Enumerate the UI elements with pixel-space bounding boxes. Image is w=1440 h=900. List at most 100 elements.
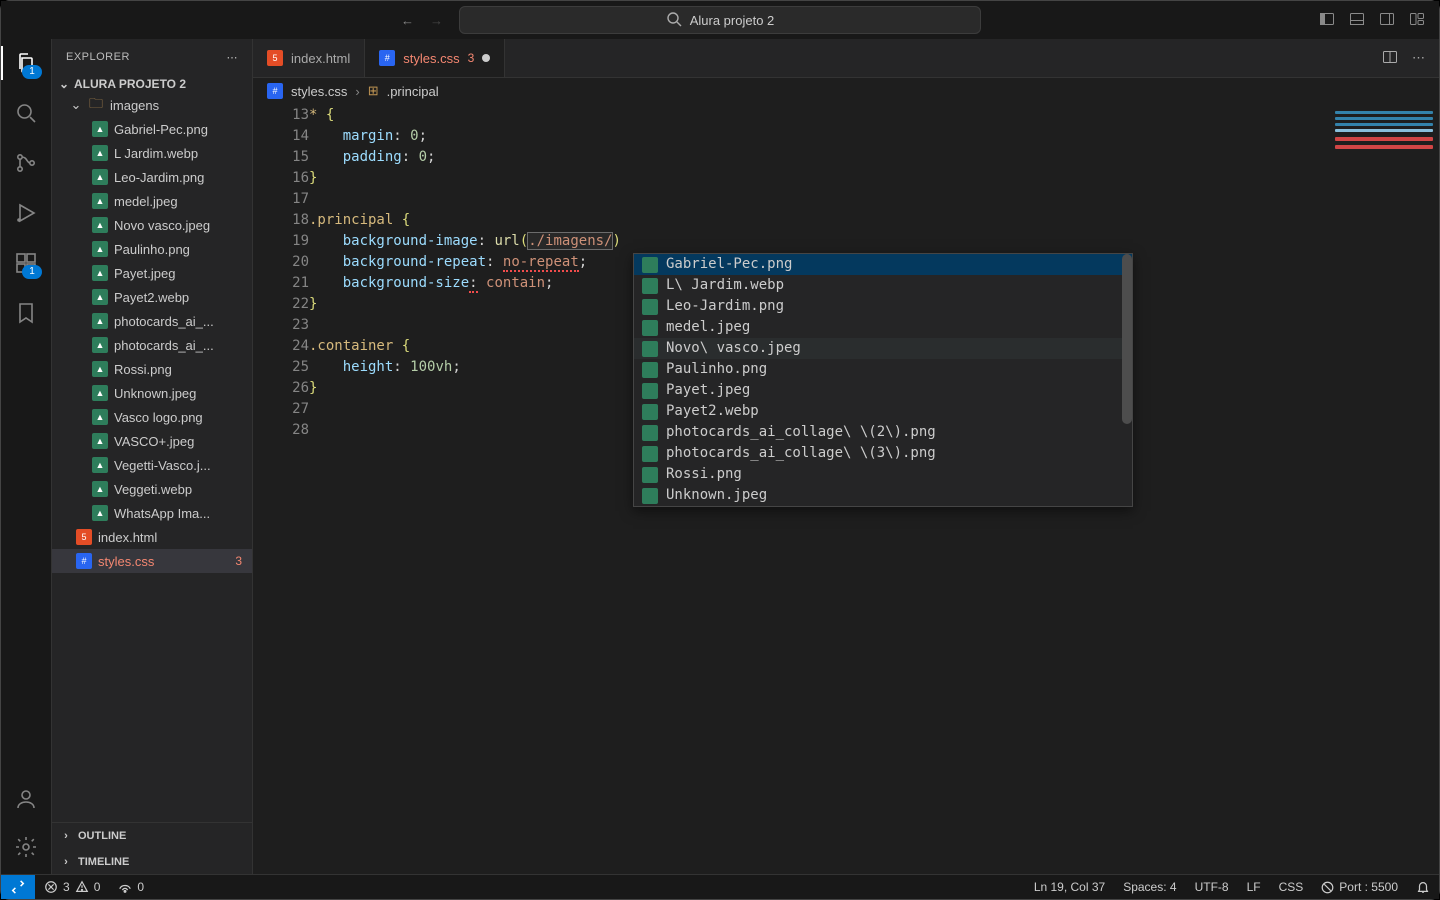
toggle-panel-icon[interactable] [1349, 11, 1365, 30]
toggle-secondary-sidebar-icon[interactable] [1379, 11, 1395, 30]
suggestion-item[interactable]: photocards_ai_collage\ \(2\).png [634, 422, 1132, 443]
file-icon [642, 446, 658, 462]
root-label: ALURA PROJETO 2 [74, 77, 186, 91]
editor-area: 5index.html#styles.css3 ⋯ # styles.css ›… [253, 39, 1439, 875]
back-icon[interactable]: ← [401, 13, 414, 28]
status-ports[interactable]: 0 [109, 880, 153, 894]
css-icon: # [379, 50, 395, 66]
activity-source-control[interactable] [12, 149, 40, 177]
suggestion-item[interactable]: Leo-Jardim.png [634, 296, 1132, 317]
eol-label: LF [1247, 880, 1261, 894]
status-indent[interactable]: Spaces: 4 [1114, 880, 1185, 894]
file-icon [642, 257, 658, 273]
suggestion-item[interactable]: Payet.jpeg [634, 380, 1132, 401]
more-actions-icon[interactable]: ⋯ [1412, 50, 1425, 66]
file-item[interactable]: ▲ Rossi.png [52, 357, 252, 381]
suggestion-item[interactable]: photocards_ai_collage\ \(3\).png [634, 443, 1132, 464]
file-item[interactable]: 5index.html [52, 525, 252, 549]
file-label: Leo-Jardim.png [114, 170, 204, 185]
file-item[interactable]: ▲photocards_ai_... [52, 333, 252, 357]
language-label: CSS [1279, 880, 1304, 894]
file-item[interactable]: ▲medel.jpeg [52, 189, 252, 213]
suggestion-widget[interactable]: Gabriel-Pec.pngL\ Jardim.webpLeo-Jardim.… [633, 253, 1133, 507]
file-icon [642, 299, 658, 315]
file-icon [642, 488, 658, 504]
file-item[interactable]: ▲photocards_ai_... [52, 309, 252, 333]
folder-imagens[interactable]: ⌄ 🗀 imagens [52, 93, 252, 117]
folder-root[interactable]: ⌄ ALURA PROJETO 2 [52, 75, 252, 93]
status-eol[interactable]: LF [1238, 880, 1270, 894]
suggestion-item[interactable]: L\ Jardim.webp [634, 275, 1132, 296]
activity-extensions[interactable]: 1 [12, 249, 40, 277]
file-item[interactable]: #styles.css3 [52, 549, 252, 573]
code-editor[interactable]: 13141516171819202122232425262728 * { mar… [253, 105, 1439, 875]
editor-tab-actions: ⋯ [1368, 39, 1439, 77]
status-liveserver[interactable]: Port : 5500 [1312, 880, 1407, 894]
outline-section[interactable]: ›OUTLINE [52, 823, 252, 849]
editor-tab[interactable]: #styles.css3 [365, 39, 505, 77]
chevron-down-icon: ⌄ [70, 97, 82, 113]
editor-tab[interactable]: 5index.html [253, 39, 365, 77]
file-item[interactable]: ▲Gabriel-Pec.png [52, 117, 252, 141]
suggestion-item[interactable]: medel.jpeg [634, 317, 1132, 338]
status-encoding[interactable]: UTF-8 [1186, 880, 1238, 894]
remote-indicator[interactable] [1, 875, 35, 899]
status-problems[interactable]: 3 0 [35, 880, 109, 894]
suggestion-label: Payet.jpeg [666, 380, 750, 401]
suggestion-item[interactable]: Payet2.webp [634, 401, 1132, 422]
image-icon: ▲ [92, 361, 108, 377]
file-label: Rossi.png [114, 362, 172, 377]
status-cursor[interactable]: Ln 19, Col 37 [1025, 880, 1114, 894]
activity-accounts[interactable] [12, 785, 40, 813]
forward-icon[interactable]: → [430, 13, 443, 28]
tab-label: styles.css [403, 51, 459, 66]
activity-explorer[interactable]: 1 [12, 49, 40, 77]
status-bar: 3 0 0 Ln 19, Col 37 Spaces: 4 UTF-8 LF C… [1, 874, 1439, 899]
status-notifications[interactable] [1407, 880, 1439, 894]
image-icon: ▲ [92, 457, 108, 473]
suggestion-item[interactable]: Unknown.jpeg [634, 485, 1132, 506]
image-icon: ▲ [92, 505, 108, 521]
suggestion-item[interactable]: Novo\ vasco.jpeg [634, 338, 1132, 359]
suggestion-scrollbar[interactable] [1122, 254, 1132, 506]
status-language[interactable]: CSS [1270, 880, 1313, 894]
activity-settings[interactable] [12, 833, 40, 861]
toggle-primary-sidebar-icon[interactable] [1319, 11, 1335, 30]
breadcrumb[interactable]: # styles.css › ⊞ .principal [253, 78, 1439, 105]
file-item[interactable]: ▲Veggeti.webp [52, 477, 252, 501]
split-editor-icon[interactable] [1382, 49, 1398, 68]
chevron-down-icon: ⌄ [58, 77, 70, 91]
image-icon: ▲ [92, 385, 108, 401]
timeline-section[interactable]: ›TIMELINE [52, 849, 252, 875]
html-icon: 5 [76, 529, 92, 545]
activity-search[interactable] [12, 99, 40, 127]
suggestion-item[interactable]: Gabriel-Pec.png [634, 254, 1132, 275]
file-item[interactable]: ▲Vasco logo.png [52, 405, 252, 429]
image-icon: ▲ [92, 409, 108, 425]
file-item[interactable]: ▲Paulinho.png [52, 237, 252, 261]
file-item[interactable]: ▲Vegetti-Vasco.j... [52, 453, 252, 477]
file-icon [642, 404, 658, 420]
suggestion-item[interactable]: Rossi.png [634, 464, 1132, 485]
customize-layout-icon[interactable] [1409, 11, 1425, 30]
file-item[interactable]: ▲Novo vasco.jpeg [52, 213, 252, 237]
file-item[interactable]: ▲WhatsApp Ima... [52, 501, 252, 525]
command-center[interactable]: Alura projeto 2 [459, 6, 981, 34]
activity-bookmarks[interactable] [12, 299, 40, 327]
file-item[interactable]: ▲Unknown.jpeg [52, 381, 252, 405]
activity-run-debug[interactable] [12, 199, 40, 227]
file-item[interactable]: ▲Leo-Jardim.png [52, 165, 252, 189]
minimap[interactable] [1329, 105, 1439, 875]
suggestion-label: Unknown.jpeg [666, 485, 767, 506]
image-icon: ▲ [92, 481, 108, 497]
dirty-indicator-icon [482, 54, 490, 62]
file-item[interactable]: ▲Payet.jpeg [52, 261, 252, 285]
title-bar: ← → Alura projeto 2 [1, 1, 1439, 40]
suggestion-item[interactable]: Paulinho.png [634, 359, 1132, 380]
image-icon: ▲ [92, 337, 108, 353]
sidebar-more-icon[interactable]: ⋯ [227, 51, 239, 64]
indent-label: Spaces: 4 [1123, 880, 1176, 894]
file-item[interactable]: ▲VASCO+.jpeg [52, 429, 252, 453]
file-item[interactable]: ▲Payet2.webp [52, 285, 252, 309]
file-item[interactable]: ▲L Jardim.webp [52, 141, 252, 165]
